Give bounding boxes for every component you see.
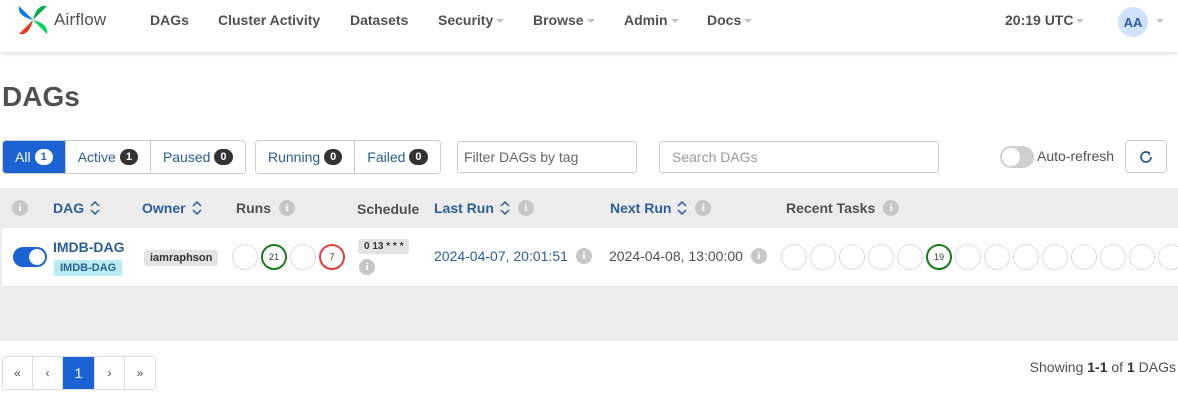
header-next-run[interactable]: Next Run i: [610, 200, 712, 216]
last-run[interactable]: 2024-04-07, 20:01:51 i: [434, 248, 592, 264]
auto-refresh-toggle[interactable]: [1000, 146, 1034, 168]
count-badge: 0: [214, 149, 233, 165]
sort-icon: [677, 201, 687, 215]
filter-running-button[interactable]: Running 0: [256, 141, 356, 173]
chevron-down-icon: [1076, 19, 1085, 24]
airflow-logo-icon: [18, 5, 48, 35]
chevron-down-icon: [1156, 19, 1164, 23]
next-page-button[interactable]: ›: [95, 357, 125, 389]
prev-page-button[interactable]: ‹: [33, 357, 63, 389]
status-filter-group: All 1 Active 1 Paused 0: [2, 140, 246, 174]
info-icon: i: [359, 259, 375, 275]
brand-name: Airflow: [54, 10, 107, 29]
table-header: i DAG Owner Runs i Schedule Last Run i Ne…: [0, 188, 1178, 228]
toggle-knob: [1002, 148, 1020, 166]
count-badge: 0: [324, 149, 343, 165]
sort-icon: [90, 201, 100, 215]
schedule-tag: 0 13 * * *: [358, 239, 410, 254]
info-icon: i: [279, 200, 295, 216]
sort-icon: [192, 201, 202, 215]
task-state-circle[interactable]: [955, 244, 981, 270]
nav-datasets[interactable]: Datasets: [350, 12, 408, 28]
nav-docs[interactable]: Docs: [707, 12, 753, 28]
task-state-circle[interactable]: [1100, 244, 1126, 270]
task-state-circle[interactable]: [781, 244, 807, 270]
info-icon: i: [883, 200, 900, 216]
dag-pause-toggle[interactable]: [13, 247, 47, 267]
pagination: « ‹ 1 › »: [2, 356, 156, 390]
filter-paused-button[interactable]: Paused 0: [150, 141, 245, 173]
page-title: DAGs: [2, 81, 80, 112]
task-state-circle[interactable]: 19: [926, 244, 952, 270]
task-state-circle[interactable]: [839, 244, 865, 270]
run-state-success[interactable]: 21: [261, 244, 287, 270]
auto-refresh-label: Auto-refresh: [1037, 148, 1115, 164]
filter-all-button[interactable]: All 1: [3, 141, 66, 173]
task-state-circle[interactable]: [1042, 244, 1068, 270]
count-badge: 1: [119, 149, 138, 165]
header-schedule: Schedule: [357, 201, 420, 217]
dags-table: i DAG Owner Runs i Schedule Last Run i Ne…: [0, 188, 1178, 341]
header-dag[interactable]: DAG: [53, 200, 100, 216]
task-state-circle[interactable]: [1158, 244, 1178, 270]
header-recent-tasks: Recent Tasks i: [786, 200, 900, 216]
last-page-button[interactable]: »: [125, 357, 155, 389]
dag-link[interactable]: IMDB-DAG: [53, 239, 125, 255]
navbar: Airflow DAGs Cluster Activity Datasets S…: [0, 0, 1178, 52]
task-state-circle[interactable]: [868, 244, 894, 270]
next-run: 2024-04-08, 13:00:00 i: [609, 248, 767, 264]
nav-cluster-activity[interactable]: Cluster Activity: [218, 12, 320, 28]
chevron-down-icon: [744, 19, 753, 24]
task-state-circle[interactable]: [810, 244, 836, 270]
task-state-circle[interactable]: [897, 244, 923, 270]
info-icon: i: [575, 248, 592, 264]
count-badge: 1: [34, 149, 53, 165]
showing-count: Showing 1-1 of 1 DAGs: [1029, 359, 1176, 375]
nav-admin[interactable]: Admin: [624, 12, 679, 28]
dag-tag[interactable]: IMDB-DAG: [54, 260, 123, 276]
run-state-queued[interactable]: [232, 244, 258, 270]
chevron-down-icon: [586, 19, 595, 24]
run-state-running[interactable]: [290, 244, 316, 270]
nav-security[interactable]: Security: [438, 12, 505, 28]
brand[interactable]: Airflow: [15, 2, 106, 38]
nav-time[interactable]: 20:19 UTC: [1005, 12, 1085, 28]
header-runs: Runs i: [236, 200, 295, 216]
task-state-circle[interactable]: [984, 244, 1010, 270]
run-filter-group: Running 0 Failed 0: [255, 140, 441, 174]
nav-browse[interactable]: Browse: [533, 12, 595, 28]
chevron-down-icon: [670, 19, 679, 24]
table-row: IMDB-DAG IMDB-DAG iamraphson 21 7 0 13 *…: [2, 228, 1178, 286]
tag-filter-input[interactable]: [457, 141, 637, 173]
info-icon: i: [517, 200, 534, 216]
task-state-circle[interactable]: [1129, 244, 1155, 270]
sort-icon: [500, 201, 510, 215]
filter-failed-button[interactable]: Failed 0: [355, 141, 440, 173]
info-icon: i: [12, 200, 28, 216]
count-badge: 0: [409, 149, 428, 165]
info-icon: i: [750, 248, 767, 264]
nav-dags[interactable]: DAGs: [150, 12, 189, 28]
task-state-circle[interactable]: [1071, 244, 1097, 270]
owner-tag[interactable]: iamraphson: [144, 250, 219, 266]
header-owner[interactable]: Owner: [142, 200, 202, 216]
chevron-down-icon: [496, 19, 505, 24]
user-avatar[interactable]: AA: [1118, 7, 1148, 37]
refresh-button[interactable]: [1125, 140, 1167, 173]
search-input[interactable]: [659, 141, 939, 173]
page-button[interactable]: 1: [63, 357, 95, 389]
refresh-icon: [1140, 150, 1152, 163]
task-state-circle[interactable]: [1013, 244, 1039, 270]
first-page-button[interactable]: «: [3, 357, 33, 389]
toggle-knob: [29, 249, 45, 265]
header-last-run[interactable]: Last Run i: [434, 200, 534, 216]
info-icon: i: [695, 200, 712, 216]
run-state-failed[interactable]: 7: [319, 244, 345, 270]
filter-active-button[interactable]: Active 1: [65, 141, 151, 173]
